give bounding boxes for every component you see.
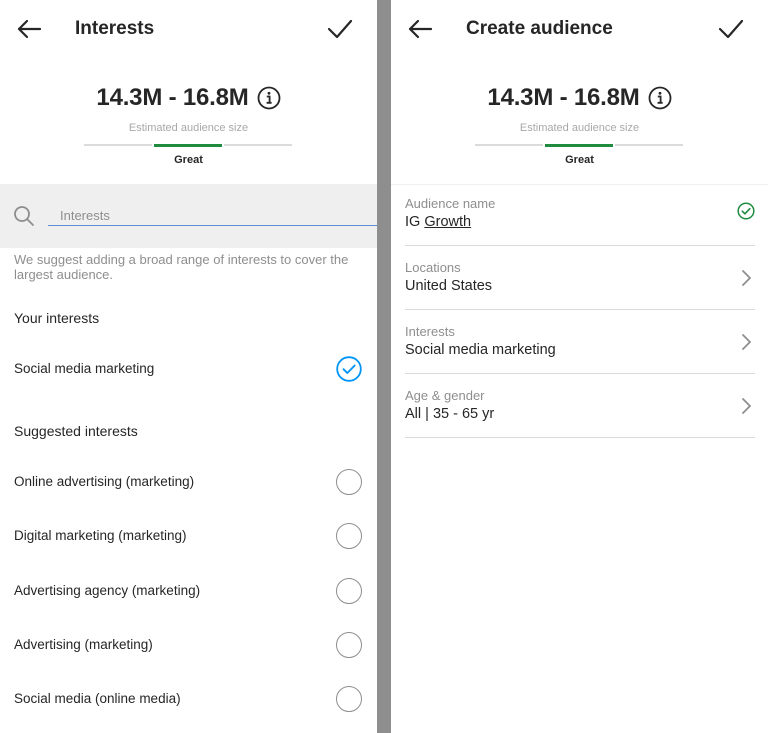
interest-label: Online advertising (marketing) bbox=[14, 474, 195, 489]
suggested-interests-heading: Suggested interests bbox=[14, 423, 138, 439]
arrow-left-icon bbox=[408, 19, 433, 39]
search-input[interactable] bbox=[48, 206, 377, 226]
unchecked-circle-icon[interactable] bbox=[336, 578, 362, 604]
locations-value: United States bbox=[405, 278, 493, 294]
interests-screen: Interests 14.3M - 16.8M Estimated audien… bbox=[0, 0, 377, 733]
interest-label: Advertising (marketing) bbox=[14, 637, 153, 652]
back-button[interactable] bbox=[14, 14, 44, 44]
age-gender-field[interactable]: Age & gender All | 35 - 65 yr bbox=[405, 374, 755, 438]
arrow-left-icon bbox=[17, 19, 42, 39]
interests-hint: We suggest adding a broad range of inter… bbox=[14, 252, 349, 282]
suggested-item-advertising[interactable]: Advertising (marketing) bbox=[0, 625, 377, 665]
audience-size-estimate: 14.3M - 16.8M Estimated audience size Gr… bbox=[0, 84, 377, 174]
info-icon[interactable] bbox=[648, 86, 672, 110]
audience-size-caption: Estimated audience size bbox=[519, 122, 640, 134]
interest-item-social-media-marketing[interactable]: Social media marketing bbox=[0, 349, 377, 389]
meter-segment-mid bbox=[545, 143, 613, 147]
interests-value: Social media marketing bbox=[405, 342, 556, 358]
audience-name-value: IG Growth bbox=[405, 214, 471, 230]
age-gender-value: All | 35 - 65 yr bbox=[405, 406, 495, 422]
field-label: Interests bbox=[405, 324, 455, 339]
check-circle-icon bbox=[737, 202, 755, 220]
audience-size-value: 14.3M - 16.8M bbox=[487, 84, 640, 111]
audience-name-field[interactable]: Audience name IG Growth bbox=[405, 182, 755, 246]
done-button[interactable] bbox=[716, 14, 746, 44]
suggested-item-online-advertising[interactable]: Online advertising (marketing) bbox=[0, 462, 377, 502]
meter-segment-high bbox=[615, 144, 683, 146]
locations-field[interactable]: Locations United States bbox=[405, 246, 755, 310]
chevron-right-icon bbox=[742, 270, 751, 286]
info-icon[interactable] bbox=[257, 86, 281, 110]
audience-size-meter bbox=[84, 143, 292, 147]
chevron-right-icon bbox=[742, 334, 751, 350]
audience-size-rating: Great bbox=[565, 154, 594, 166]
suggested-item-advertising-agency[interactable]: Advertising agency (marketing) bbox=[0, 571, 377, 611]
interest-label: Social media marketing bbox=[14, 361, 155, 376]
search-bar bbox=[0, 184, 377, 248]
checked-circle-icon[interactable] bbox=[336, 356, 362, 382]
audience-size-rating: Great bbox=[174, 154, 203, 166]
audience-size-caption: Estimated audience size bbox=[128, 122, 249, 134]
audience-size-estimate: 14.3M - 16.8M Estimated audience size Gr… bbox=[391, 84, 768, 174]
create-audience-header: Create audience bbox=[391, 0, 768, 58]
field-label: Age & gender bbox=[405, 388, 485, 403]
field-label: Locations bbox=[405, 260, 461, 275]
meter-segment-low bbox=[84, 144, 152, 146]
interest-label: Digital marketing (marketing) bbox=[14, 528, 187, 543]
interest-label: Social media (online media) bbox=[14, 691, 181, 706]
meter-segment-low bbox=[475, 144, 543, 146]
done-button[interactable] bbox=[325, 14, 355, 44]
field-label: Audience name bbox=[405, 196, 496, 211]
page-title: Create audience bbox=[466, 18, 613, 39]
interests-header: Interests bbox=[0, 0, 377, 58]
interest-label: Advertising agency (marketing) bbox=[14, 583, 201, 598]
chevron-right-icon bbox=[742, 398, 751, 414]
interests-field[interactable]: Interests Social media marketing bbox=[405, 310, 755, 374]
unchecked-circle-icon[interactable] bbox=[336, 686, 362, 712]
back-button[interactable] bbox=[405, 14, 435, 44]
meter-segment-high bbox=[224, 144, 292, 146]
audience-size-value: 14.3M - 16.8M bbox=[96, 84, 249, 111]
audience-size-meter bbox=[475, 143, 683, 147]
unchecked-circle-icon[interactable] bbox=[336, 523, 362, 549]
checkmark-icon bbox=[718, 19, 744, 39]
your-interests-heading: Your interests bbox=[14, 310, 100, 326]
meter-segment-mid bbox=[154, 143, 222, 147]
search-icon bbox=[14, 206, 34, 226]
page-title: Interests bbox=[75, 18, 155, 39]
unchecked-circle-icon[interactable] bbox=[336, 632, 362, 658]
suggested-item-digital-marketing[interactable]: Digital marketing (marketing) bbox=[0, 516, 377, 556]
create-audience-screen: Create audience 14.3M - 16.8M Estimated … bbox=[391, 0, 768, 733]
checkmark-icon bbox=[327, 19, 353, 39]
suggested-item-social-media[interactable]: Social media (online media) bbox=[0, 679, 377, 719]
screen-divider bbox=[377, 0, 391, 733]
audience-name-prefix: IG bbox=[405, 214, 425, 230]
audience-name-underlined: Growth bbox=[424, 214, 472, 230]
unchecked-circle-icon[interactable] bbox=[336, 469, 362, 495]
